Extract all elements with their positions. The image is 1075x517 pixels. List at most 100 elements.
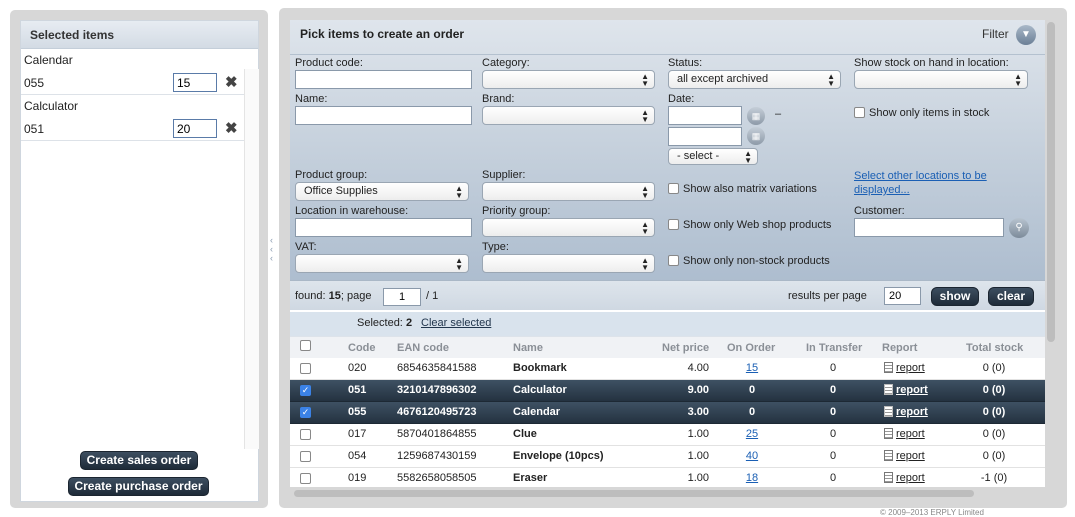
cell-report[interactable]: report [884, 472, 925, 484]
row-checkbox[interactable] [300, 429, 311, 440]
location-input[interactable] [295, 218, 472, 237]
cell-on-order-link[interactable]: 25 [727, 428, 777, 440]
date-from-input[interactable] [668, 106, 742, 125]
report-link[interactable]: report [896, 428, 925, 440]
clear-button[interactable]: clear [988, 287, 1034, 306]
page-input[interactable] [383, 288, 421, 306]
remove-icon[interactable]: ✖ [225, 119, 238, 137]
cell-report[interactable]: report [884, 450, 925, 462]
col-in-transfer-header[interactable]: In Transfer [806, 342, 862, 354]
selected-item-qty-input[interactable] [173, 119, 217, 138]
date-preset-select[interactable]: - select - ▲ ▼ [668, 148, 758, 165]
date-dash: – [775, 108, 782, 120]
only-in-stock-checkbox[interactable] [854, 107, 865, 118]
col-name-header[interactable]: Name [513, 342, 543, 354]
cell-net-price: 1.00 [687, 450, 709, 462]
vertical-scrollbar[interactable] [1047, 22, 1055, 342]
cell-net-price: 9.00 [687, 384, 709, 396]
date-to-input[interactable] [668, 127, 742, 146]
page-text: ; page [340, 290, 372, 302]
found-count: 15 [328, 290, 341, 302]
select-arrows-icon: ▲ ▼ [455, 256, 463, 272]
cell-on-order-link[interactable]: 15 [727, 362, 777, 374]
brand-select[interactable]: ▲ ▼ [482, 106, 655, 125]
table-row[interactable]: ✓ 055 4676120495723 Calendar 3.00 0 0 report 0 (… [290, 402, 1045, 424]
left-scrollbar[interactable] [244, 69, 259, 449]
report-link[interactable]: report [896, 384, 928, 396]
table-row[interactable]: 019 5582658058505 Eraser 1.00 18 0 report -1 (0… [290, 468, 1045, 487]
table-row[interactable]: 054 1259687430159 Envelope (10pcs) 1.00 40 0 r… [290, 446, 1045, 468]
supplier-select[interactable]: ▲ ▼ [482, 182, 655, 201]
row-checkbox[interactable] [300, 473, 311, 484]
nonstock-label: Show only non-stock products [683, 255, 830, 267]
create-sales-order-button[interactable]: Create sales order [80, 451, 198, 470]
cell-in-transfer: 0 [829, 428, 837, 440]
row-checkbox[interactable] [300, 363, 311, 374]
results-per-page-input[interactable] [884, 287, 921, 305]
name-label: Name: [295, 93, 328, 105]
panel-splitter-handle[interactable]: ‹ ‹ ‹ [270, 236, 278, 266]
customer-input[interactable] [854, 218, 1004, 237]
report-link[interactable]: report [896, 362, 925, 374]
date-preset-value: - select - [677, 150, 720, 162]
horizontal-scrollbar[interactable] [294, 490, 974, 497]
divider [290, 54, 1045, 55]
cell-report[interactable]: report [884, 384, 928, 396]
nonstock-checkbox[interactable] [668, 255, 679, 266]
selected-item-qty-input[interactable] [173, 73, 217, 92]
clear-selected-link[interactable]: Clear selected [421, 317, 491, 329]
col-report-header[interactable]: Report [882, 342, 917, 354]
show-button[interactable]: show [931, 287, 979, 306]
cell-on-order-link[interactable]: 18 [727, 472, 777, 484]
stock-location-label: Show stock on hand in location: [854, 57, 1009, 69]
cell-total-stock: 0 (0) [982, 362, 1006, 374]
row-checkbox[interactable]: ✓ [300, 407, 311, 418]
status-select[interactable]: all except archived ▲ ▼ [668, 70, 841, 89]
selected-label: Selected: [357, 317, 403, 329]
matrix-variations-checkbox[interactable] [668, 183, 679, 194]
cell-net-price: 3.00 [687, 406, 709, 418]
remove-icon[interactable]: ✖ [225, 73, 238, 91]
name-input[interactable] [295, 106, 472, 125]
cell-on-order-link[interactable]: 40 [727, 450, 777, 462]
cell-report[interactable]: report [884, 362, 925, 374]
table-row[interactable]: 020 6854635841588 Bookmark 4.00 15 0 report 0 (… [290, 358, 1045, 380]
report-link[interactable]: report [896, 472, 925, 484]
table-row[interactable]: 017 5870401864855 Clue 1.00 25 0 report 0 (0) [290, 424, 1045, 446]
col-code-header[interactable]: Code [348, 342, 376, 354]
product-group-select[interactable]: Office Supplies ▲ ▼ [295, 182, 469, 201]
search-icon[interactable]: ⚲ [1009, 218, 1029, 238]
cell-report[interactable]: report [884, 428, 925, 440]
status-select-value: all except archived [677, 73, 769, 85]
product-code-input[interactable] [295, 70, 472, 89]
stock-location-select[interactable]: ▲ ▼ [854, 70, 1028, 89]
select-all-checkbox[interactable] [300, 340, 311, 351]
other-locations-link[interactable]: Select other locations to be displayed..… [854, 169, 1004, 197]
found-prefix: found: [295, 290, 329, 302]
calendar-icon[interactable]: ▦ [747, 107, 765, 125]
table-row[interactable]: ✓ 051 3210147896302 Calculator 9.00 0 0 report 0… [290, 380, 1045, 402]
row-checkbox[interactable]: ✓ [300, 385, 311, 396]
vat-label: VAT: [295, 241, 317, 253]
cell-in-transfer: 0 [829, 406, 837, 418]
chevron-down-icon[interactable]: ▼ [1016, 25, 1036, 45]
col-net-price-header[interactable]: Net price [662, 342, 709, 354]
row-checkbox[interactable] [300, 451, 311, 462]
cell-report[interactable]: report [884, 406, 928, 418]
type-select[interactable]: ▲ ▼ [482, 254, 655, 273]
col-on-order-header[interactable]: On Order [727, 342, 775, 354]
col-total-stock-header[interactable]: Total stock [966, 342, 1023, 354]
col-ean-header[interactable]: EAN code [397, 342, 449, 354]
cell-in-transfer: 0 [829, 362, 837, 374]
calendar-icon[interactable]: ▦ [747, 127, 765, 145]
create-purchase-order-button[interactable]: Create purchase order [68, 477, 209, 496]
priority-group-select[interactable]: ▲ ▼ [482, 218, 655, 237]
webshop-checkbox[interactable] [668, 219, 679, 230]
report-link[interactable]: report [896, 406, 928, 418]
filter-label[interactable]: Filter [982, 27, 1009, 41]
grid-header: Code EAN code Name Net price On Order In… [290, 336, 1045, 358]
priority-group-label: Priority group: [482, 205, 551, 217]
category-select[interactable]: ▲ ▼ [482, 70, 655, 89]
report-link[interactable]: report [896, 450, 925, 462]
vat-select[interactable]: ▲ ▼ [295, 254, 469, 273]
